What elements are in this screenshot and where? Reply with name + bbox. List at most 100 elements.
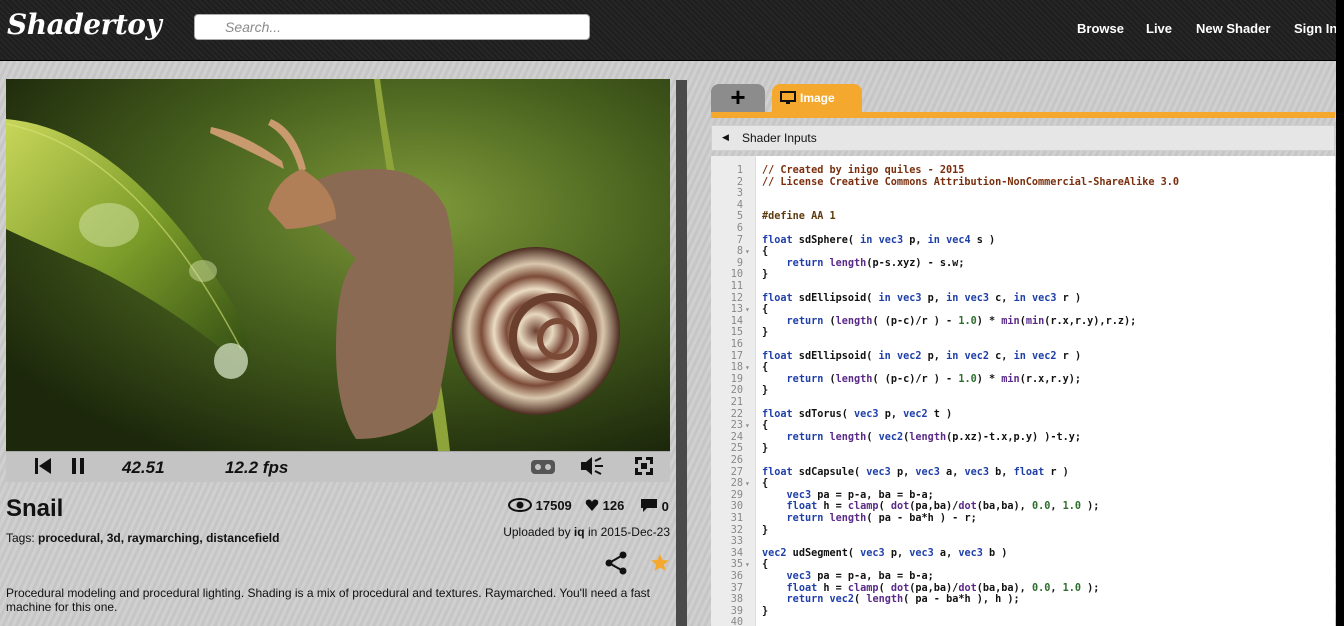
views-count: 17509 xyxy=(535,498,572,513)
tab-image[interactable]: Image xyxy=(772,84,862,112)
line-number: 15 xyxy=(730,327,743,339)
code-text: } xyxy=(762,605,769,617)
heart-icon[interactable] xyxy=(585,498,599,512)
uploaded-prefix: Uploaded by xyxy=(503,525,571,539)
fps-readout: 12.2 fps xyxy=(225,458,289,477)
code-text: return length( vec2(length(p.xz)-t.x,p.y… xyxy=(786,431,1082,443)
line-number: 12 xyxy=(730,292,743,304)
code-text: return (length( (p-c)/r ) - 1.0) * min(r… xyxy=(786,373,1082,385)
code-text: return vec2( length( pa - ba*h ), h ); xyxy=(786,594,1020,606)
tab-underline xyxy=(711,112,1335,118)
line-number: 20 xyxy=(730,385,743,397)
line-number: 27 xyxy=(730,466,743,478)
comments-count: 0 xyxy=(661,499,669,514)
code-text: vec3 pa = p-a, ba = b-a; xyxy=(786,489,934,501)
line-number: 21 xyxy=(730,397,743,408)
tags-label: Tags: xyxy=(6,531,35,545)
likes-stat[interactable]: 126 xyxy=(585,498,624,513)
fold-arrow-icon[interactable]: ▾ xyxy=(745,478,750,490)
shadertoy-logo[interactable]: Shadertoy xyxy=(7,8,162,41)
code-text: float h = clamp( dot(pa,ba)/dot(ba,ba), … xyxy=(786,501,1100,513)
line-number: 6 xyxy=(736,223,743,234)
tags-row: Tags: procedural, 3d, raymarching, dista… xyxy=(6,531,279,545)
code-text: { xyxy=(762,362,769,374)
line-number: 34 xyxy=(730,547,743,559)
code-text: { xyxy=(762,478,769,490)
nav-live[interactable]: Live xyxy=(1146,21,1172,36)
shader-title: Snail xyxy=(6,495,64,522)
code-text: } xyxy=(762,327,769,339)
code-text: float sdTorus( vec3 p, vec2 t ) xyxy=(762,408,953,420)
pause-icon[interactable] xyxy=(70,456,86,481)
fullscreen-icon[interactable] xyxy=(634,456,654,481)
triangle-icon: ◀ xyxy=(722,132,729,142)
player-controls: 42.51 12.2 fps xyxy=(6,451,670,482)
author-link[interactable]: iq xyxy=(574,525,585,539)
monitor-icon xyxy=(780,91,796,104)
fold-arrow-icon[interactable]: ▾ xyxy=(745,559,750,571)
code-text: { xyxy=(762,420,769,432)
line-number: 28 xyxy=(730,478,743,490)
fold-arrow-icon[interactable]: ▾ xyxy=(745,420,750,432)
code-text: { xyxy=(762,246,769,258)
code-text: float sdSphere( in vec3 p, in vec4 s ) xyxy=(762,234,996,246)
rewind-icon[interactable] xyxy=(34,456,52,481)
line-number: 19 xyxy=(730,373,743,385)
line-number: 39 xyxy=(730,605,743,617)
line-number: 24 xyxy=(730,431,743,443)
share-icon[interactable] xyxy=(604,551,628,580)
line-number: 18 xyxy=(730,362,743,374)
code-text: float h = clamp( dot(pa,ba)/dot(ba,ba), … xyxy=(786,582,1100,594)
code-text: } xyxy=(762,443,769,455)
line-number: 32 xyxy=(730,524,743,536)
fold-arrow-icon[interactable]: ▾ xyxy=(745,362,750,374)
line-number: 11 xyxy=(730,281,743,292)
nav-browse[interactable]: Browse xyxy=(1077,21,1124,36)
shader-description: Procedural modeling and procedural light… xyxy=(6,586,651,614)
fold-arrow-icon[interactable]: ▾ xyxy=(745,304,750,316)
window-edge xyxy=(1336,0,1344,626)
tab-image-label: Image xyxy=(800,91,835,105)
time-readout: 42.51 xyxy=(122,458,165,477)
snail-render xyxy=(6,79,670,451)
line-number: 3 xyxy=(736,188,743,200)
search-input[interactable] xyxy=(194,14,590,40)
upload-info: Uploaded by iq in 2015-Dec-23 xyxy=(503,525,670,539)
star-icon[interactable] xyxy=(650,553,670,578)
nav-new-shader[interactable]: New Shader xyxy=(1196,21,1270,36)
shader-inputs-toggle[interactable]: ◀ Shader Inputs xyxy=(711,125,1335,151)
fold-arrow-icon[interactable]: ▾ xyxy=(745,246,750,258)
code-text: vec3 pa = p-a, ba = b-a; xyxy=(786,571,934,582)
code-text: { xyxy=(762,304,769,316)
volume-icon[interactable] xyxy=(579,455,605,482)
line-number: 17 xyxy=(730,350,743,362)
code-editor[interactable]: 1 // Created by inigo quiles - 2015 2 // Li… xyxy=(711,156,1335,626)
code-text: // Created by inigo quiles - 2015 xyxy=(762,165,965,176)
shader-canvas[interactable] xyxy=(6,79,670,451)
top-header: Shadertoy Browse Live New Shader Sign In xyxy=(0,0,1344,61)
code-text: float sdCapsule( vec3 p, vec3 a, vec3 b,… xyxy=(762,466,1069,478)
line-number: 5 xyxy=(736,211,743,223)
line-number: 35 xyxy=(730,559,743,571)
line-number: 31 xyxy=(730,513,743,524)
code-text: return length(p-s.xyz) - s.w; xyxy=(786,257,965,269)
code-text: #define AA 1 xyxy=(762,211,836,223)
views-stat: 17509 xyxy=(508,498,572,513)
line-number: 38 xyxy=(730,594,743,606)
comment-icon xyxy=(641,499,657,512)
line-number: 4 xyxy=(736,199,743,211)
code-text: float sdEllipsoid( in vec3 p, in vec3 c,… xyxy=(762,292,1082,304)
line-number: 14 xyxy=(730,315,743,327)
code-text: } xyxy=(762,524,769,536)
panel-splitter[interactable] xyxy=(676,80,687,626)
line-number: 1 xyxy=(736,165,743,176)
line-number: 33 xyxy=(730,536,743,548)
vr-icon[interactable] xyxy=(530,458,556,481)
eye-icon xyxy=(508,498,532,512)
nav-sign-in[interactable]: Sign In xyxy=(1294,21,1337,36)
line-number: 2 xyxy=(736,176,743,188)
add-tab-button[interactable]: + xyxy=(711,84,765,112)
line-number: 29 xyxy=(730,489,743,501)
line-number: 37 xyxy=(730,582,743,594)
tags-list[interactable]: procedural, 3d, raymarching, distancefie… xyxy=(38,531,279,545)
